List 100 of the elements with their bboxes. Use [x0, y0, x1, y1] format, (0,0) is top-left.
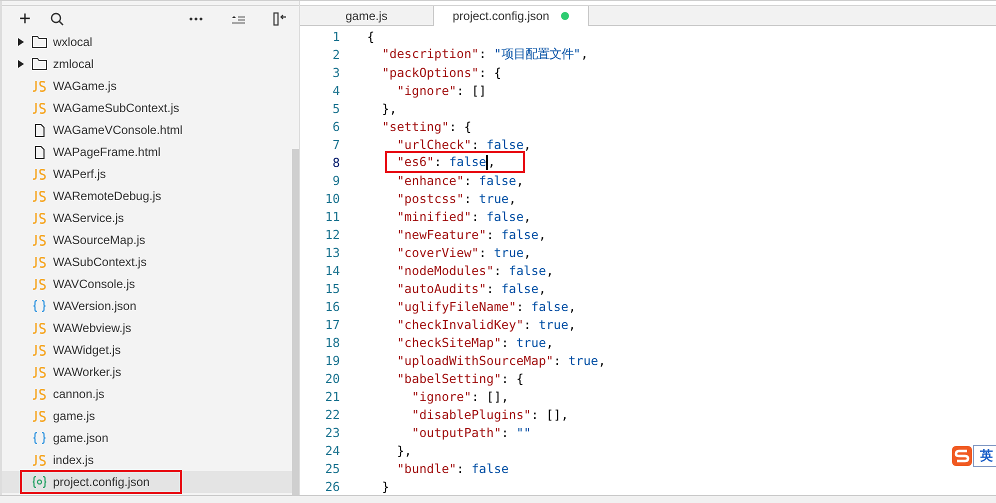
file-tree-item[interactable]: game.js — [2, 405, 292, 427]
file-tree-item[interactable]: WAGameVConsole.html — [2, 119, 292, 141]
file-name: WAWorker.js — [53, 365, 122, 379]
code-line: "description": "项目配置文件", — [380, 46, 588, 62]
file-tree-item[interactable]: WAPerf.js — [2, 163, 292, 185]
file-name: WAPageFrame.html — [53, 145, 161, 159]
code-line: "checkSiteMap": true, — [396, 334, 554, 350]
braces-icon — [32, 300, 47, 312]
more-icon[interactable] — [189, 16, 203, 20]
file-name: zmlocal — [53, 57, 94, 71]
ime-toolbar[interactable]: 英 — [951, 445, 996, 467]
file-tree-item[interactable]: WAWidget.js — [2, 339, 292, 361]
file-name: WAWebview.js — [53, 321, 132, 335]
file-tree-item[interactable]: zmlocal — [2, 53, 292, 75]
braces-icon — [32, 432, 47, 444]
line-number: 6 — [332, 118, 341, 134]
line-number: 20 — [324, 370, 341, 386]
file-name: WAGame.js — [53, 79, 117, 93]
code-line: }, — [396, 442, 412, 458]
code-line: "uploadWithSourceMap": true, — [396, 352, 606, 368]
add-button[interactable]: + — [14, 8, 36, 28]
code-line: } — [380, 478, 390, 494]
file-name: cannon.js — [53, 387, 104, 401]
line-number: 10 — [324, 190, 341, 206]
file-tree-item[interactable]: game.json — [2, 427, 292, 449]
line-number: 18 — [324, 334, 341, 350]
file-name: WAWidget.js — [53, 343, 121, 357]
code-line: "urlCheck": false, — [396, 136, 532, 152]
code-line: "checkInvalidKey": true, — [396, 316, 576, 332]
panel-collapse-icon[interactable] — [273, 12, 287, 26]
file-name: WAVersion.json — [53, 299, 136, 313]
line-number: 21 — [324, 388, 341, 404]
file-tree-item[interactable]: WAGameSubContext.js — [2, 97, 292, 119]
search-icon[interactable] — [50, 12, 64, 26]
file-name: WAGameVConsole.html — [53, 123, 183, 137]
file-tree-item[interactable]: WAService.js — [2, 207, 292, 229]
file-icon — [32, 124, 47, 136]
line-number: 25 — [324, 460, 341, 476]
line-number: 19 — [324, 352, 341, 368]
line-number: 12 — [324, 226, 341, 242]
file-name: game.js — [53, 409, 96, 423]
code-line: "minified": false, — [396, 208, 532, 224]
code-line: "newFeature": false, — [396, 226, 546, 242]
line-number: 17 — [324, 316, 341, 332]
js-file-icon — [32, 278, 47, 290]
code-line: "ignore": [] — [396, 82, 486, 98]
file-tree-item[interactable]: wxlocal — [2, 31, 292, 53]
file-tree-item[interactable]: WARemoteDebug.js — [2, 185, 292, 207]
caret-icon — [18, 38, 24, 46]
js-file-icon — [32, 344, 47, 356]
editor-tab[interactable]: project.config.json — [434, 6, 589, 26]
file-tree-item[interactable]: WAGame.js — [2, 75, 292, 97]
file-name: wxlocal — [53, 35, 92, 49]
file-tree-item[interactable]: WAWebview.js — [2, 317, 292, 339]
js-file-icon — [32, 256, 47, 268]
file-tree-item[interactable]: project.config.json — [2, 471, 292, 493]
line-number: 9 — [332, 172, 341, 188]
file-name: game.json — [53, 431, 108, 445]
file-tree-item[interactable]: WASourceMap.js — [2, 229, 292, 251]
js-file-icon — [32, 410, 47, 422]
js-file-icon — [32, 366, 47, 378]
file-name: project.config.json — [53, 475, 150, 489]
file-tree-item[interactable]: cannon.js — [2, 383, 292, 405]
collapse-list-icon[interactable] — [231, 14, 245, 24]
line-number: 16 — [324, 298, 341, 314]
file-tree-item[interactable]: WAVersion.json — [2, 295, 292, 317]
code-line: "uglifyFileName": false, — [396, 298, 576, 314]
text-cursor — [486, 155, 488, 170]
code-line: "packOptions": { — [380, 64, 502, 80]
file-name: WASourceMap.js — [53, 233, 146, 247]
code-line: "disablePlugins": [], — [410, 406, 568, 422]
file-name: WARemoteDebug.js — [53, 189, 162, 203]
code-line: }, — [380, 100, 397, 116]
file-tree-item[interactable]: WAPageFrame.html — [2, 141, 292, 163]
file-tree-item[interactable]: WASubContext.js — [2, 251, 292, 273]
file-tree-item[interactable]: WAVConsole.js — [2, 273, 292, 295]
code-line: "setting": { — [380, 118, 472, 134]
code-line: "coverView": true, — [396, 244, 532, 260]
line-number: 24 — [324, 442, 341, 458]
file-icon — [32, 146, 47, 158]
js-file-icon — [32, 322, 47, 334]
line-number: 15 — [324, 280, 341, 296]
code-line: "autoAudits": false, — [396, 280, 546, 296]
file-name: WAPerf.js — [53, 167, 106, 181]
file-tree-item[interactable]: index.js — [2, 449, 292, 471]
line-number: 7 — [332, 136, 341, 152]
code-line: "babelSetting": { — [396, 370, 524, 386]
code-line: "ignore": [], — [410, 388, 509, 404]
line-number: 13 — [324, 244, 341, 260]
line-number: 2 — [332, 46, 341, 62]
config-file-icon — [32, 476, 47, 488]
code-line: "outputPath": "" — [410, 424, 532, 440]
code-line: "postcss": true, — [396, 190, 516, 206]
line-number: 23 — [324, 424, 341, 440]
line-number: 4 — [332, 82, 341, 98]
js-file-icon — [32, 102, 47, 114]
ime-language-label: 英 — [973, 445, 996, 467]
line-number: 1 — [332, 28, 341, 44]
file-tree-item[interactable]: WAWorker.js — [2, 361, 292, 383]
file-name: WAGameSubContext.js — [53, 101, 180, 115]
